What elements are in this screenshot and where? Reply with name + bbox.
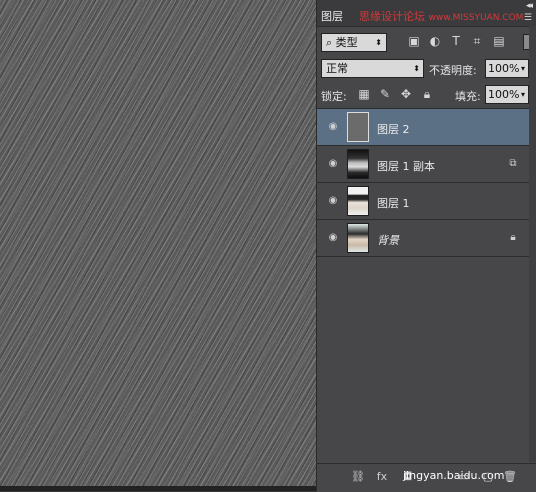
chevron-updown-icon: ⬍	[375, 38, 382, 47]
panel-menu-icon[interactable]: ☰	[524, 13, 532, 23]
opacity-input[interactable]: 100% ▾	[485, 59, 529, 78]
smart-object-filter-icon[interactable]: ▤	[492, 34, 506, 48]
panel-scrollbar[interactable]	[529, 26, 536, 462]
text-filter-icon[interactable]: T	[449, 34, 463, 48]
layer-row-layer-2[interactable]: ◉ 图层 2	[317, 109, 529, 146]
adjust-filter-icon[interactable]: ◐	[428, 34, 442, 48]
chevron-updown-icon: ⬍	[413, 64, 420, 73]
layer-name: 图层 1	[377, 197, 410, 210]
layers-panel: 图层 思缘设计论坛 www.MISSYUAN.COM ◂◂ ☰ ⌕ 类型 ⬍ ▣…	[316, 0, 536, 492]
layer-name: 图层 2	[377, 123, 410, 136]
layer-thumbnail	[347, 149, 369, 179]
layer-row-layer-1-copy[interactable]: ◉ 图层 1 副本 ⧉	[317, 146, 529, 183]
layer-name: 背景	[377, 234, 399, 247]
blend-mode-value: 正常	[326, 62, 348, 75]
image-filter-icon[interactable]: ▣	[407, 34, 421, 48]
link-icon[interactable]: ⛓	[351, 470, 365, 484]
watermark-url: www.MISSYUAN.COM	[428, 13, 524, 23]
visibility-eye-icon[interactable]: ◉	[327, 158, 339, 170]
tab-layers[interactable]: 图层	[321, 8, 343, 24]
watermark-text: 思缘设计论坛	[359, 10, 425, 23]
filter-type-select[interactable]: ⌕ 类型 ⬍	[321, 33, 387, 52]
fx-icon[interactable]: fx	[375, 470, 389, 484]
shape-filter-icon[interactable]: ⌗	[470, 34, 484, 48]
panel-footer: ⛓ fx ◘ jingyan.baidu.com ▭ ▢ 🗑︎	[317, 463, 536, 492]
layers-list: ◉ 图层 2 ◉ 图层 1 副本 ⧉ ◉ 图层 1 ◉ 背景 🔒︎	[317, 108, 529, 261]
layer-row-background[interactable]: ◉ 背景 🔒︎	[317, 220, 529, 257]
lock-all-icon[interactable]: 🔒︎	[420, 87, 434, 101]
lock-move-icon[interactable]: ✥	[399, 87, 413, 101]
visibility-eye-icon[interactable]: ◉	[327, 232, 339, 244]
chevron-down-icon: ▾	[520, 64, 525, 73]
trash-icon[interactable]: 🗑︎	[503, 470, 517, 484]
opacity-label: 不透明度:	[429, 64, 477, 77]
document-canvas[interactable]	[0, 0, 316, 491]
visibility-eye-icon[interactable]: ◉	[327, 121, 339, 133]
smart-object-icon: ⧉	[509, 158, 517, 169]
visibility-eye-icon[interactable]: ◉	[327, 195, 339, 207]
lock-icon: 🔒︎	[510, 232, 516, 243]
group-icon[interactable]: ▭	[457, 470, 471, 484]
lock-transparent-icon[interactable]: ▦	[357, 87, 371, 101]
watermark: 思缘设计论坛 www.MISSYUAN.COM	[359, 8, 523, 24]
fill-value: 100%	[488, 88, 520, 101]
opacity-value: 100%	[488, 62, 520, 75]
fill-label: 填充:	[455, 90, 481, 103]
layer-thumbnail	[347, 186, 369, 216]
layer-name: 图层 1 副本	[377, 160, 435, 173]
layer-thumbnail	[347, 223, 369, 253]
fill-input[interactable]: 100% ▾	[485, 85, 529, 104]
search-icon: ⌕	[326, 36, 333, 49]
collapse-icon[interactable]: ◂◂	[526, 1, 533, 11]
lock-brush-icon[interactable]: ✎	[378, 87, 392, 101]
filter-type-label: 类型	[335, 36, 358, 49]
blend-mode-select[interactable]: 正常 ⬍	[321, 59, 424, 78]
canvas-bottom-edge	[0, 486, 316, 491]
lock-label: 锁定:	[321, 90, 347, 103]
new-layer-icon[interactable]: ▢	[481, 470, 495, 484]
layer-row-layer-1[interactable]: ◉ 图层 1	[317, 183, 529, 220]
layer-thumbnail	[347, 112, 369, 142]
panel-header: 图层 思缘设计论坛 www.MISSYUAN.COM ◂◂ ☰	[317, 0, 536, 27]
chevron-down-icon: ▾	[520, 90, 525, 99]
